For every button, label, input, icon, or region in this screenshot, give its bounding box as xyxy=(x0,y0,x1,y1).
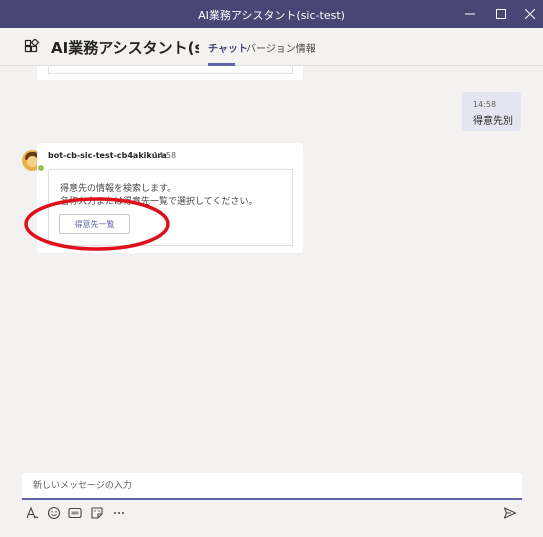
card-text-line-1: 得意先の情報を検索します。 xyxy=(60,184,177,194)
adaptive-card: 得意先の情報を検索します。 名称入力または得意先一覧で選択してください。 得意先… xyxy=(48,169,293,246)
title-bar: AI業務アシスタント(sic-test) xyxy=(0,0,543,28)
tab-chat[interactable]: チャット xyxy=(208,40,248,55)
maximize-icon[interactable] xyxy=(486,0,516,28)
presence-available-icon xyxy=(37,164,45,172)
compose-box[interactable] xyxy=(22,473,522,500)
previous-message-card xyxy=(37,66,303,80)
format-icon[interactable] xyxy=(25,506,39,520)
send-icon[interactable] xyxy=(503,506,517,520)
card-text-line-2: 名称入力または得意先一覧で選択してください。 xyxy=(60,197,258,207)
sticker-icon[interactable] xyxy=(90,506,104,520)
previous-card-frame xyxy=(48,66,293,74)
app-icon xyxy=(24,38,40,55)
emoji-icon[interactable] xyxy=(47,506,61,520)
more-options-icon[interactable] xyxy=(112,506,126,520)
close-icon[interactable] xyxy=(515,0,543,28)
tab-version-info[interactable]: バージョン情報 xyxy=(246,40,316,55)
bot-message-time: 14:58 xyxy=(153,151,177,160)
message-input[interactable] xyxy=(22,473,522,498)
app-name: AI業務アシスタント(sic-test) xyxy=(51,39,199,57)
user-message: 14:58 得意先別 xyxy=(462,92,521,131)
minimize-icon[interactable] xyxy=(455,0,485,28)
bot-message: bot-cb-sic-test-cb4akikura 14:58 得意先の情報を… xyxy=(37,143,303,253)
gif-icon[interactable] xyxy=(68,506,82,520)
user-message-time: 14:58 xyxy=(473,100,497,109)
bot-name: bot-cb-sic-test-cb4akikura xyxy=(48,151,167,160)
app-header: AI業務アシスタント(sic-test) チャット バージョン情報 xyxy=(0,28,543,66)
customer-list-button[interactable]: 得意先一覧 xyxy=(59,214,130,234)
user-message-text: 得意先別 xyxy=(473,116,513,127)
